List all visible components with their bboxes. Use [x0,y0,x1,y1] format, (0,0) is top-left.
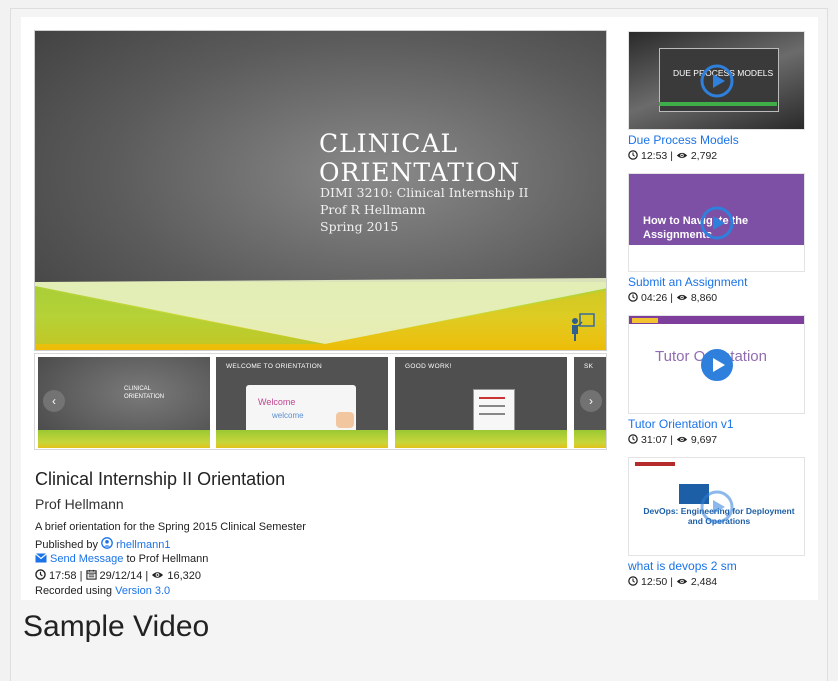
eye-icon [676,578,687,585]
calendar-icon [85,569,97,580]
slide-thumbnail[interactable]: WELCOME TO ORIENTATION Welcome welcome [216,357,388,448]
sidebar-video-duration: 12:50 [641,576,668,588]
eye-icon [676,436,687,443]
recorded-prefix: Recorded using [35,585,113,597]
clock-icon [628,434,638,444]
play-icon[interactable] [700,206,734,240]
clock-icon [628,576,638,586]
sidebar-video-meta: 31:07 | 9,697 [628,434,805,446]
sidebar-video-card[interactable]: DevOps: Engineering for Deployment and O… [628,457,805,588]
published-prefix: Published by [35,539,98,551]
version-link[interactable]: Version 3.0 [115,585,170,597]
presenter-figure-icon [572,313,595,341]
sidebar-video-duration: 12:53 [641,150,668,162]
sidebar-video-title[interactable]: Due Process Models [628,133,805,147]
play-icon[interactable] [700,490,734,524]
eye-icon [676,152,687,159]
sidebar-video-thumbnail[interactable]: Tutor Orientation [628,315,805,414]
slide-line: Spring 2015 [320,219,399,234]
send-message-line: Send Message to Prof Hellmann [35,553,208,565]
clock-icon [628,292,638,302]
slide-line: Prof R Hellmann [320,202,426,217]
user-circle-icon [101,537,113,549]
clock-icon [628,150,638,160]
recorded-using-line: Recorded using Version 3.0 [35,585,170,597]
eye-icon [676,294,687,301]
sidebar-video-card[interactable]: How to Navigate the Assignments Submit a… [628,173,805,304]
play-icon[interactable] [700,348,734,382]
sidebar-video-views: 8,860 [690,292,718,304]
sidebar-video-thumbnail[interactable]: DevOps: Engineering for Deployment and O… [628,457,805,556]
publisher-link[interactable]: rhellmann1 [116,539,170,551]
sidebar-video-duration: 31:07 [641,434,668,446]
sidebar-video-title[interactable]: Submit an Assignment [628,275,805,289]
sidebar-video-thumbnail[interactable]: DUE PROCESS MODELS [628,31,805,130]
slide-thumbnail-strip: CLINICAL ORIENTATION WELCOME TO ORIENTAT… [34,353,607,450]
sidebar-video-title[interactable]: Tutor Orientation v1 [628,417,805,431]
thumbnail-heading: GOOD WORK! [405,363,452,370]
video-author: Prof Hellmann [35,496,124,512]
slide-title: CLINICAL ORIENTATION [319,129,521,187]
sidebar-video-duration: 04:26 [641,292,668,304]
envelope-icon [35,553,47,563]
send-message-link[interactable]: Send Message [50,553,123,565]
video-description: A brief orientation for the Spring 2015 … [35,521,306,533]
sidebar-video-card[interactable]: DUE PROCESS MODELS Due Process Models 12… [628,31,805,162]
sample-video-heading: Sample Video [23,610,210,643]
slide-line: DIMI 3210: Clinical Internship II [320,185,529,200]
clock-icon [35,569,46,580]
strip-prev-button[interactable]: ‹ [43,390,65,412]
video-player[interactable]: CLINICAL ORIENTATION DIMI 3210: Clinical… [34,30,607,351]
sidebar-video-meta: 12:53 | 2,792 [628,150,805,162]
slide-green-band [35,278,606,350]
play-icon[interactable] [700,64,734,98]
sidebar-video-views: 9,697 [690,434,718,446]
sidebar-video-title[interactable]: what is devops 2 sm [628,559,805,573]
sidebar-video-views: 2,484 [690,576,718,588]
send-message-suffix: to Prof Hellmann [126,553,209,565]
sidebar-video-card[interactable]: Tutor Orientation Tutor Orientation v1 3… [628,315,805,446]
sidebar-video-meta: 12:50 | 2,484 [628,576,805,588]
slide-subtitle: DIMI 3210: Clinical Internship II Prof R… [320,184,528,235]
video-title: Clinical Internship II Orientation [35,469,286,489]
sidebar-video-views: 2,792 [690,150,718,162]
thumbnail-heading: WELCOME TO ORIENTATION [226,363,323,370]
eye-icon [152,572,164,578]
strip-next-button[interactable]: › [580,390,602,412]
thumbnail-heading: SK [584,363,594,370]
video-duration: 17:58 [49,570,77,582]
sidebar-video-meta: 04:26 | 8,860 [628,292,805,304]
video-views: 16,320 [167,570,201,582]
published-by-line: Published by rhellmann1 [35,537,170,551]
sidebar-video-thumbnail[interactable]: How to Navigate the Assignments [628,173,805,272]
video-stats-line: 17:58 | 29/12/14 | 16,320 [35,569,201,582]
thumbnail-heading: CLINICAL ORIENTATION [124,386,165,400]
video-date: 29/12/14 [99,570,143,582]
slide-thumbnail[interactable]: GOOD WORK! [395,357,567,448]
